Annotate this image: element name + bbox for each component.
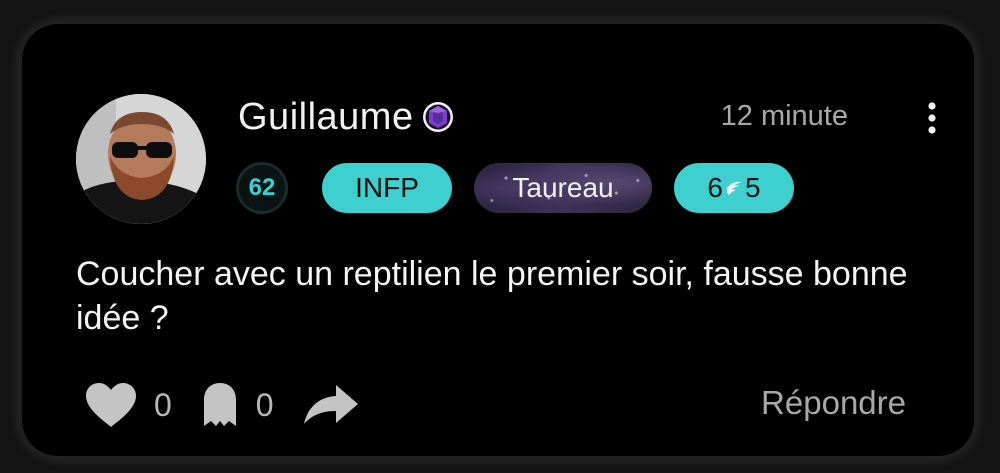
- boo-count: 0: [255, 386, 274, 423]
- post-timestamp: 12 minute: [720, 100, 848, 132]
- mbti-badge[interactable]: INFP: [322, 163, 452, 213]
- enneagram-wing: 5: [745, 172, 761, 203]
- zodiac-value: Taureau: [512, 172, 614, 203]
- post-actions: 0 0: [82, 380, 362, 430]
- wing-icon: [726, 181, 742, 195]
- heart-icon[interactable]: [82, 380, 140, 430]
- avatar-image: [76, 94, 206, 224]
- like-count: 0: [154, 386, 172, 423]
- reply-button[interactable]: Répondre: [761, 384, 906, 422]
- mbti-value: INFP: [355, 172, 419, 203]
- zodiac-badge[interactable]: Taureau: [474, 163, 652, 213]
- enneagram-core: 6: [707, 172, 723, 203]
- level-value: 62: [248, 174, 276, 201]
- enneagram-badge[interactable]: 6 5: [674, 163, 794, 213]
- level-badge[interactable]: 62: [236, 162, 288, 214]
- post-card: Guillaume 12 minute 62 INFP Taureau 6 5 …: [22, 24, 974, 456]
- more-options-icon[interactable]: [926, 102, 938, 134]
- purple-gem-icon: [422, 102, 453, 132]
- ghost-icon[interactable]: [198, 380, 242, 430]
- username[interactable]: Guillaume: [238, 96, 414, 139]
- avatar[interactable]: [76, 94, 206, 224]
- post-body: Coucher avec un reptilien le premier soi…: [76, 255, 908, 337]
- profile-badges: 62 INFP Taureau 6 5: [236, 162, 794, 214]
- username-row: Guillaume: [238, 94, 454, 140]
- screen: Guillaume 12 minute 62 INFP Taureau 6 5 …: [0, 0, 1000, 473]
- share-arrow-icon[interactable]: [300, 380, 362, 430]
